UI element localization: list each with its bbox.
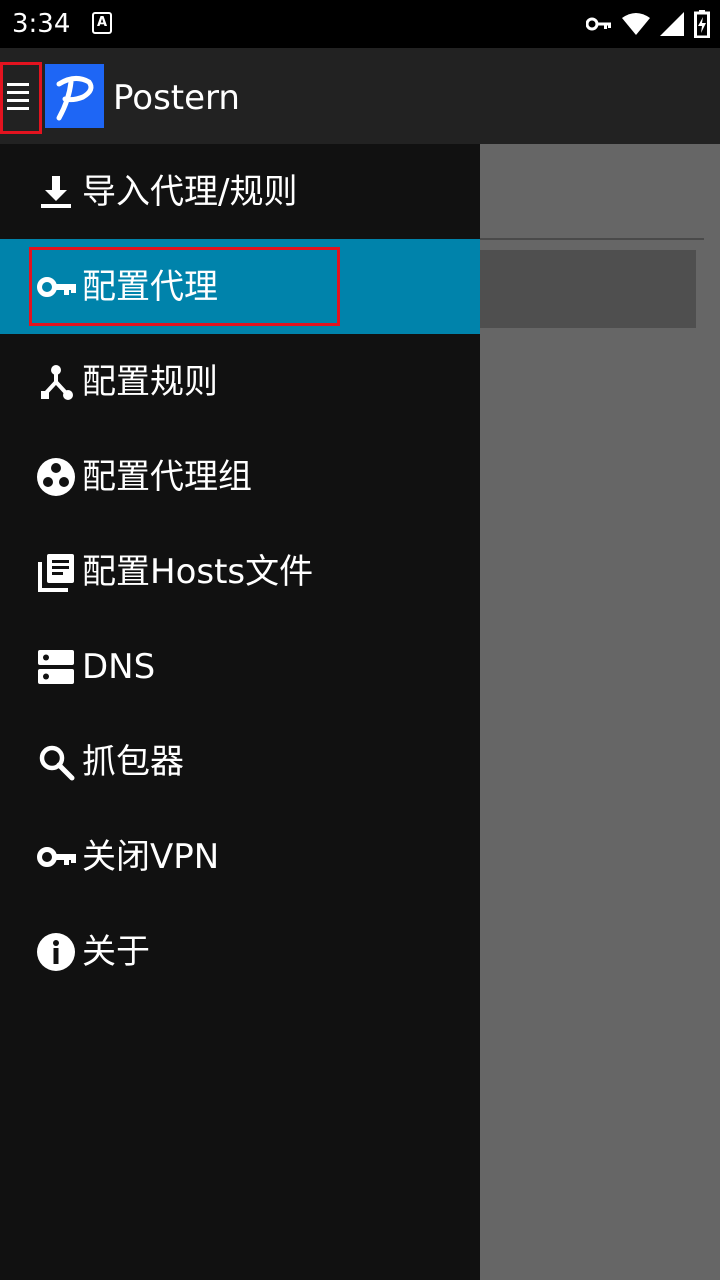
drawer-item-hosts-file[interactable]: 配置Hosts文件 [0, 524, 480, 619]
hamburger-menu-icon [7, 83, 29, 115]
battery-charging-icon [694, 10, 710, 38]
drawer-item-label: 配置规则 [82, 361, 218, 402]
content-divider [480, 238, 704, 240]
drawer-item-proxy-group[interactable]: 配置代理组 [0, 429, 480, 524]
drawer-item-label: 关闭VPN [82, 836, 220, 877]
drawer-item-close-vpn[interactable]: 关闭VPN [0, 809, 480, 904]
download-icon [36, 172, 76, 212]
app-bar [0, 48, 720, 144]
drawer-item-label: 抓包器 [82, 741, 184, 782]
vpn-key-icon [586, 16, 612, 32]
annotation-highlight-box [29, 247, 340, 326]
dns-icon [36, 647, 76, 687]
content-card [480, 250, 696, 328]
wifi-icon [622, 12, 650, 36]
drawer-item-rules-config[interactable]: 配置规则 [0, 334, 480, 429]
search-icon [36, 742, 76, 782]
library-icon [36, 552, 76, 592]
drawer-item-label: 导入代理/规则 [82, 171, 298, 212]
drawer-item-about[interactable]: 关于 [0, 904, 480, 999]
screen: 3:34 A Postern 导入代理/规则 配置代理 配置规则 配置代理组 配… [0, 0, 720, 1280]
a-notification-icon: A [92, 12, 112, 34]
app-title: Postern [113, 78, 240, 118]
status-bar: 3:34 A [0, 0, 720, 48]
drawer-item-packet-capture[interactable]: 抓包器 [0, 714, 480, 809]
fork-icon [36, 362, 76, 402]
key-icon [36, 837, 76, 877]
hamburger-menu-button[interactable] [0, 62, 42, 134]
group-icon [36, 457, 76, 497]
status-time: 3:34 [12, 9, 71, 39]
postern-logo [45, 64, 104, 128]
drawer-item-label: 配置Hosts文件 [82, 551, 314, 592]
drawer-item-label: 关于 [82, 931, 150, 972]
drawer-item-label: DNS [82, 646, 156, 687]
signal-icon [660, 12, 684, 36]
drawer-item-dns[interactable]: DNS [0, 619, 480, 714]
info-icon [36, 932, 76, 972]
status-icons [586, 10, 710, 38]
drawer-item-import[interactable]: 导入代理/规则 [0, 144, 480, 239]
drawer-item-label: 配置代理组 [82, 456, 252, 497]
